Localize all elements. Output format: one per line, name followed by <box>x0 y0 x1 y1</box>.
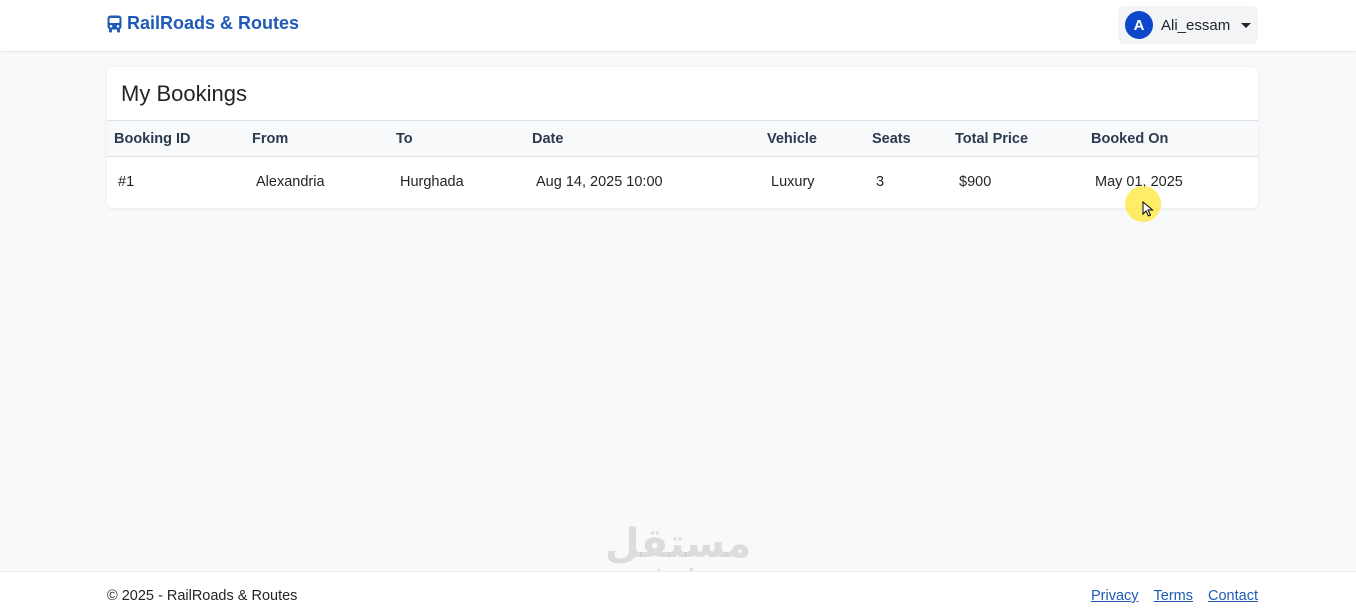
mouse-cursor-icon <box>1142 201 1154 217</box>
table-header-row: Booking ID From To Date Vehicle Seats To… <box>107 120 1258 157</box>
page-title: My Bookings <box>121 81 247 106</box>
username: Ali_essam <box>1161 16 1231 34</box>
cell-date: Aug 14, 2025 10:00 <box>536 174 663 191</box>
bookings-card: My Bookings Booking ID From To Date Vehi… <box>107 67 1258 208</box>
cell-vehicle: Luxury <box>771 174 815 191</box>
page-footer: © 2025 - RailRoads & Routes Privacy Term… <box>0 571 1356 615</box>
column-header-to: To <box>396 130 413 147</box>
brand-name: RailRoads & Routes <box>127 13 300 33</box>
column-header-total-price: Total Price <box>955 130 1029 147</box>
column-header-booking-id: Booking ID <box>114 130 191 147</box>
column-header-seats: Seats <box>872 130 911 147</box>
copyright-text: © 2025 - RailRoads & Routes <box>107 588 298 604</box>
bus-icon <box>107 15 122 32</box>
terms-link[interactable]: Terms <box>1154 588 1193 604</box>
cell-booked-on: May 01, 2025 <box>1095 174 1183 191</box>
contact-link[interactable]: Contact <box>1208 588 1258 604</box>
column-header-booked-on: Booked On <box>1091 130 1169 147</box>
column-header-vehicle: Vehicle <box>767 130 817 147</box>
brand-link[interactable]: RailRoads & Routes <box>106 13 299 34</box>
cell-total-price: $900 <box>959 174 992 191</box>
column-header-date: Date <box>532 130 564 147</box>
bookings-table: Booking ID From To Date Vehicle Seats To… <box>107 120 1258 208</box>
top-navbar: RailRoads & Routes A Ali_essam <box>0 0 1356 52</box>
watermark-arabic: مستقل <box>604 521 752 567</box>
cell-booking-id: #1 <box>118 174 135 191</box>
cell-from: Alexandria <box>256 174 325 191</box>
cell-to: Hurghada <box>400 174 464 191</box>
caret-down-icon <box>1241 22 1252 28</box>
user-dropdown[interactable]: A Ali_essam <box>1118 6 1258 44</box>
column-header-from: From <box>252 130 289 147</box>
table-row: #1 Alexandria Hurghada Aug 14, 2025 10:0… <box>107 157 1258 208</box>
footer-links: Privacy Terms Contact <box>1091 588 1258 604</box>
privacy-link[interactable]: Privacy <box>1091 588 1139 604</box>
avatar: A <box>1125 11 1153 39</box>
cell-seats: 3 <box>876 174 885 191</box>
